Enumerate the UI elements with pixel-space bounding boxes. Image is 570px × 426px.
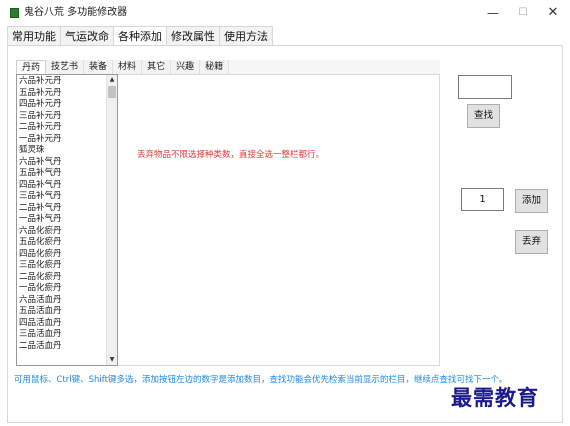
list-item[interactable]: 狐灵珠 bbox=[19, 145, 107, 157]
list-items: 六品补元丹 五品补元丹 四品补元丹 三品补元丹 二品补元丹 一品补元丹 狐灵珠 六品补气丹 五品… bbox=[19, 76, 107, 352]
add-button[interactable]: 添加 bbox=[515, 189, 548, 213]
tab-interests[interactable]: 兴趣 bbox=[171, 60, 201, 74]
tab-equipment[interactable]: 装备 bbox=[84, 60, 114, 74]
tab-others[interactable]: 其它 bbox=[142, 60, 172, 74]
tab-skill-books[interactable]: 技艺书 bbox=[46, 60, 85, 74]
discard-notice: 丢弃物品不限选择种类数，直接全选一整栏都行。 bbox=[137, 150, 325, 160]
tab-common[interactable]: 常用功能 bbox=[7, 26, 61, 46]
list-item[interactable]: 六品补气丹 bbox=[19, 157, 107, 169]
maximize-button[interactable]: ☐ bbox=[513, 4, 533, 22]
scroll-down-icon[interactable]: ▼ bbox=[107, 355, 117, 365]
item-list[interactable]: 六品补元丹 五品补元丹 四品补元丹 三品补元丹 二品补元丹 一品补元丹 狐灵珠 六品补气丹 五品… bbox=[16, 74, 118, 366]
help-text: 可用鼠标、Ctrl键、Shift键多选，添加按钮左边的数字是添加数目，查找功能会… bbox=[14, 375, 508, 385]
list-scrollbar[interactable]: ▲ ▼ bbox=[106, 75, 117, 365]
list-item[interactable]: 一品补元丹 bbox=[19, 134, 107, 146]
list-item[interactable]: 四品活血丹 bbox=[19, 318, 107, 330]
list-item[interactable]: 一品化瘀丹 bbox=[19, 283, 107, 295]
main-tabs: 常用功能 气运改命 各种添加 修改属性 使用方法 bbox=[7, 26, 273, 46]
list-item[interactable]: 五品化瘀丹 bbox=[19, 237, 107, 249]
list-item[interactable]: 四品补气丹 bbox=[19, 180, 107, 192]
tab-secret-manuals[interactable]: 秘籍 bbox=[200, 60, 230, 74]
list-item[interactable]: 二品补气丹 bbox=[19, 203, 107, 215]
scroll-thumb[interactable] bbox=[108, 86, 116, 98]
window-title: 鬼谷八荒 多功能修改器 bbox=[24, 7, 128, 18]
tab-pills[interactable]: 丹药 bbox=[16, 60, 47, 74]
quantity-input[interactable]: 1 bbox=[461, 188, 504, 211]
minimize-button[interactable]: — bbox=[483, 4, 503, 22]
list-item[interactable]: 二品化瘀丹 bbox=[19, 272, 107, 284]
list-item[interactable]: 五品补气丹 bbox=[19, 168, 107, 180]
list-item[interactable]: 三品补元丹 bbox=[19, 111, 107, 123]
list-item[interactable]: 三品活血丹 bbox=[19, 329, 107, 341]
tab-fortune[interactable]: 气运改命 bbox=[60, 26, 114, 46]
list-item[interactable]: 三品补气丹 bbox=[19, 191, 107, 203]
tab-attributes[interactable]: 修改属性 bbox=[166, 26, 220, 46]
list-item[interactable]: 五品补元丹 bbox=[19, 88, 107, 100]
list-item[interactable]: 二品补元丹 bbox=[19, 122, 107, 134]
list-item[interactable]: 五品活血丹 bbox=[19, 306, 107, 318]
watermark: 最需教育 bbox=[451, 385, 539, 410]
list-item[interactable]: 四品补元丹 bbox=[19, 99, 107, 111]
list-item[interactable]: 六品化瘀丹 bbox=[19, 226, 107, 238]
list-item[interactable]: 三品化瘀丹 bbox=[19, 260, 107, 272]
close-button[interactable]: ✕ bbox=[543, 4, 563, 22]
find-button[interactable]: 查找 bbox=[467, 104, 500, 128]
scroll-up-icon[interactable]: ▲ bbox=[107, 75, 117, 85]
list-item[interactable]: 六品活血丹 bbox=[19, 295, 107, 307]
list-item[interactable]: 六品补元丹 bbox=[19, 76, 107, 88]
tab-materials[interactable]: 材料 bbox=[113, 60, 143, 74]
title-bar: 鬼谷八荒 多功能修改器 — ☐ ✕ bbox=[0, 0, 570, 26]
search-input[interactable] bbox=[458, 75, 512, 99]
list-item[interactable]: 一品补气丹 bbox=[19, 214, 107, 226]
tab-usage[interactable]: 使用方法 bbox=[219, 26, 273, 46]
list-item[interactable]: 四品化瘀丹 bbox=[19, 249, 107, 261]
category-tabs: 丹药 技艺书 装备 材料 其它 兴趣 秘籍 bbox=[16, 60, 440, 75]
tab-add-items[interactable]: 各种添加 bbox=[113, 26, 167, 46]
discard-button[interactable]: 丢弃 bbox=[515, 230, 548, 254]
app-icon bbox=[10, 8, 19, 18]
list-item[interactable]: 二品活血丹 bbox=[19, 341, 107, 353]
